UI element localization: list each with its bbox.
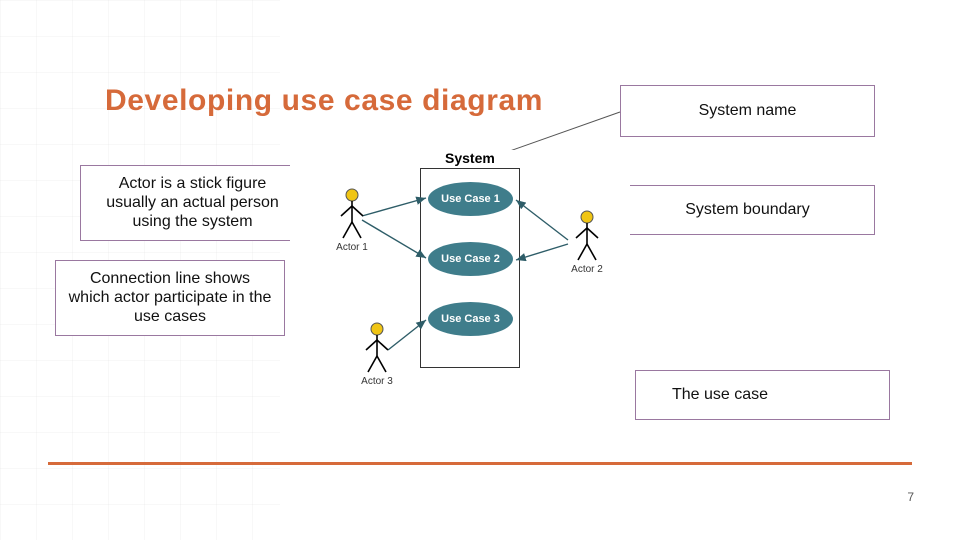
actor-2: Actor 2 (565, 210, 609, 275)
use-case-oval-1: Use Case 1 (428, 182, 513, 216)
page-title: Developing use case diagram (105, 84, 543, 118)
callout-system-name: System name (620, 85, 875, 137)
actor-1-label: Actor 1 (330, 242, 374, 253)
use-case-oval-2: Use Case 2 (428, 242, 513, 276)
callout-connection-desc: Connection line shows which actor partic… (55, 260, 285, 336)
page-number: 7 (907, 490, 914, 504)
system-label: System (445, 150, 495, 166)
slide: Developing use case diagram Actor is a s… (0, 0, 960, 540)
callout-actor-desc: Actor is a stick figure usually an actua… (80, 165, 305, 241)
footer-divider (48, 462, 912, 465)
actor-2-label: Actor 2 (565, 264, 609, 275)
stick-figure-icon (572, 210, 602, 262)
actor-3: Actor 3 (355, 322, 399, 387)
use-case-diagram: System Use Case 1 Use Case 2 Use Case 3 (290, 150, 630, 420)
callout-system-boundary: System boundary (620, 185, 875, 235)
actor-3-label: Actor 3 (355, 376, 399, 387)
actor-1: Actor 1 (330, 188, 374, 253)
use-case-oval-3: Use Case 3 (428, 302, 513, 336)
stick-figure-icon (337, 188, 367, 240)
stick-figure-icon (362, 322, 392, 374)
callout-use-case: The use case (635, 370, 890, 420)
